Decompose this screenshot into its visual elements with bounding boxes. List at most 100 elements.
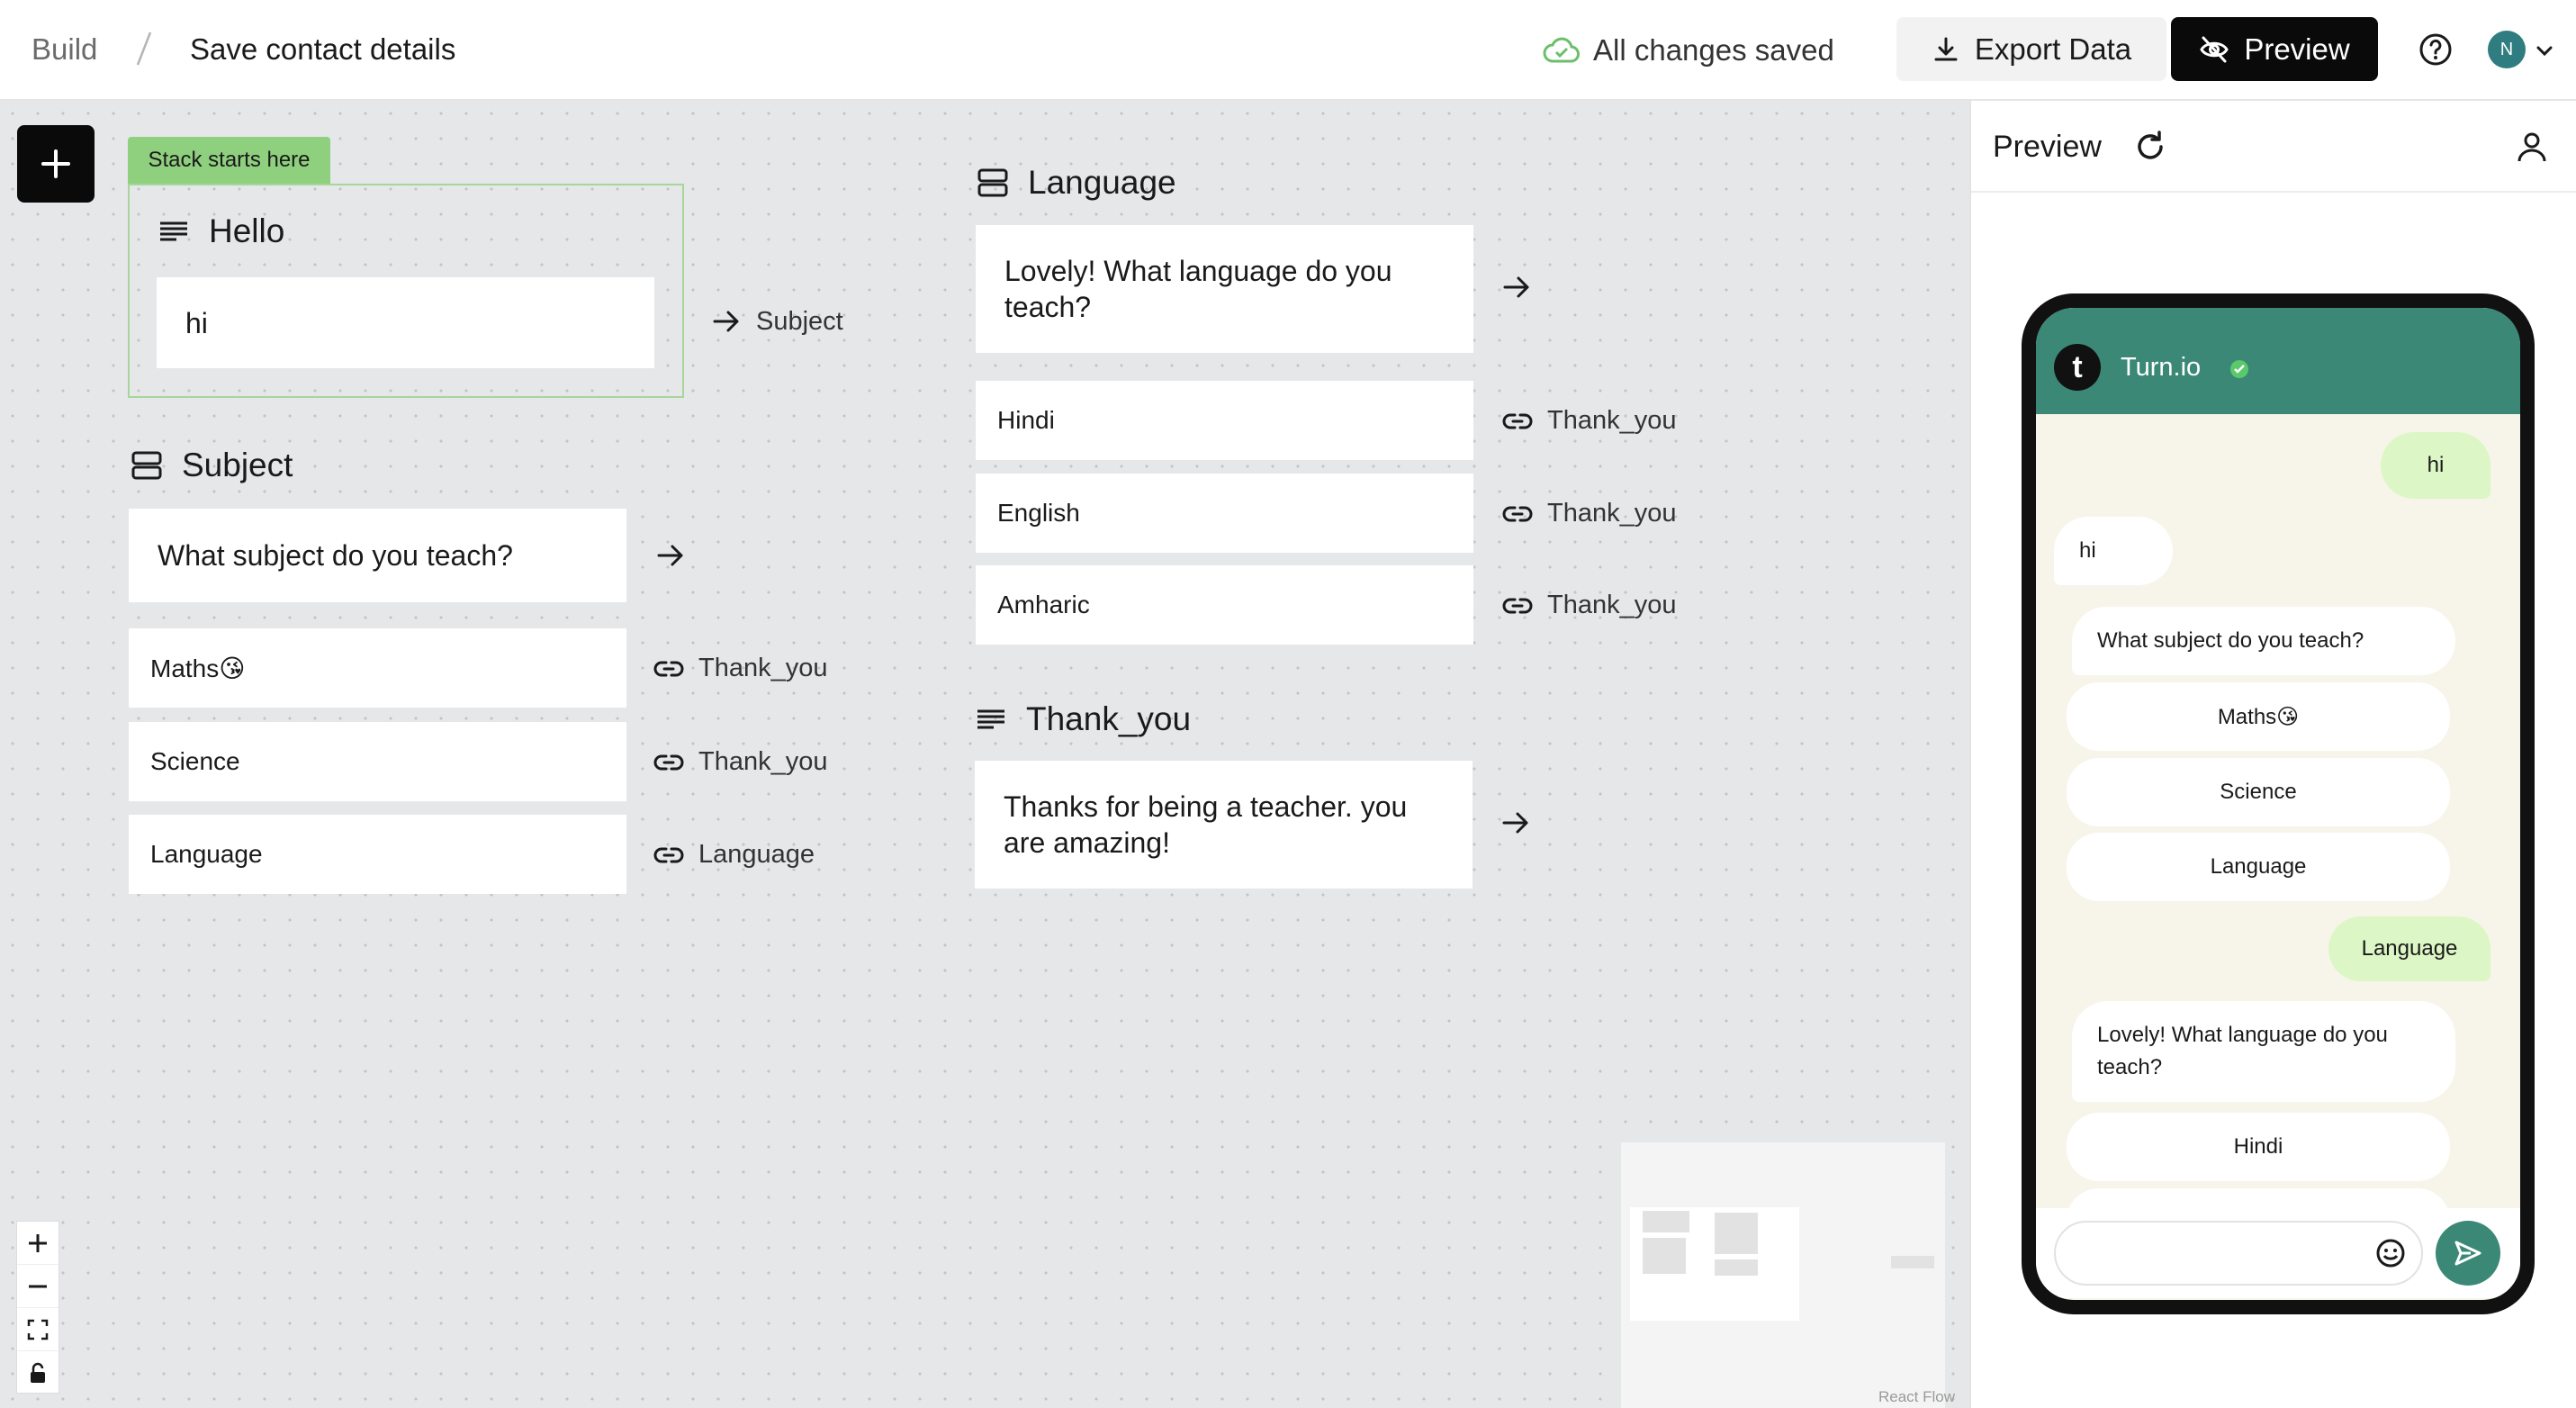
message-input[interactable]	[2054, 1221, 2423, 1286]
card-title-text: Subject	[182, 447, 293, 483]
chat-header: t Turn.io	[2036, 308, 2520, 414]
arrow-right-icon[interactable]	[1501, 272, 1532, 302]
quick-reply-button[interactable]: Language	[2067, 833, 2450, 901]
top-bar: Build Save contact details All changes s…	[0, 0, 2576, 101]
plus-icon	[41, 149, 70, 178]
preview-button[interactable]: Preview	[2171, 17, 2378, 81]
flow-canvas[interactable]: Stack starts here Hello hi Subject Subje…	[0, 101, 1969, 1408]
option-link[interactable]: Thank_you	[1502, 499, 1677, 528]
arrow-right-icon[interactable]	[655, 540, 686, 571]
breadcrumb-build[interactable]: Build	[32, 32, 97, 67]
option-target: Thank_you	[698, 654, 828, 682]
option-target: Thank_you	[1547, 406, 1677, 435]
option-link[interactable]: Language	[653, 840, 815, 870]
zoom-in-icon	[29, 1233, 47, 1252]
add-card-button[interactable]	[17, 125, 95, 203]
hello-message[interactable]: hi	[157, 277, 654, 368]
avatar[interactable]: N	[2488, 31, 2526, 68]
export-data-label: Export Data	[1974, 32, 2132, 66]
card-title-thank-you[interactable]: Thank_you	[976, 700, 1191, 738]
eye-off-icon	[2200, 36, 2229, 62]
save-status-text: All changes saved	[1593, 33, 1834, 67]
card-title-text: Hello	[209, 212, 285, 249]
send-button[interactable]	[2436, 1221, 2500, 1286]
link-icon	[653, 847, 684, 862]
thank-you-message[interactable]: Thanks for being a teacher. you are amaz…	[975, 761, 1473, 889]
send-icon	[2454, 1241, 2481, 1266]
emoji-icon[interactable]	[2374, 1237, 2407, 1269]
option-link[interactable]: Thank_you	[653, 654, 828, 683]
verified-icon	[2230, 360, 2248, 378]
arrow-right-icon[interactable]	[1500, 808, 1531, 838]
chat-bubble-outgoing: hi	[2381, 432, 2490, 499]
chat-bubble-incoming: hi	[2054, 517, 2173, 585]
option-link[interactable]: Thank_you	[1502, 591, 1677, 620]
zoom-out-icon	[29, 1285, 47, 1287]
lock-button[interactable]	[17, 1351, 59, 1394]
hello-next-link[interactable]: Subject	[711, 306, 843, 337]
react-flow-attribution[interactable]: React Flow	[1878, 1388, 1955, 1406]
stack-start-badge: Stack starts here	[128, 137, 330, 184]
phone-mockup: t Turn.io hi hi What subject do you teac…	[2022, 293, 2535, 1314]
fit-view-button[interactable]	[17, 1308, 59, 1351]
preview-panel: Preview t Turn.io hi hi What subject do …	[1969, 101, 2576, 1408]
chat-bubble-incoming: What subject do you teach?	[2072, 607, 2455, 675]
option-target: Thank_you	[1547, 499, 1677, 528]
option-target: Thank_you	[1547, 591, 1677, 619]
brand-logo: t	[2054, 344, 2101, 391]
card-title-hello[interactable]: Hello	[158, 212, 284, 250]
export-data-button[interactable]: Export Data	[1896, 17, 2166, 81]
download-icon	[1934, 37, 1958, 60]
minimap-node	[1643, 1211, 1689, 1232]
breadcrumb-separator	[136, 32, 152, 66]
text-lines-icon	[977, 709, 1004, 729]
minimap-node	[1715, 1259, 1758, 1276]
text-lines-icon	[160, 221, 187, 241]
chat-bubble-outgoing: Language	[2328, 916, 2490, 981]
chevron-down-icon[interactable]	[2535, 41, 2554, 60]
chat-bubble-incoming: Lovely! What language do you teach?	[2072, 1001, 2455, 1102]
subject-option-language[interactable]: Language	[129, 815, 626, 894]
card-title-text: Thank_you	[1026, 700, 1192, 737]
language-option-amharic[interactable]: Amharic	[976, 565, 1473, 645]
link-icon	[1502, 413, 1533, 429]
arrow-right-icon	[713, 311, 739, 332]
minimap-node	[1715, 1213, 1758, 1254]
card-title-text: Language	[1028, 164, 1176, 201]
language-option-english[interactable]: English	[976, 474, 1473, 553]
zoom-controls	[16, 1221, 59, 1394]
subject-option-science[interactable]: Science	[129, 722, 626, 801]
preview-panel-header: Preview	[1971, 101, 2576, 193]
quick-reply-button[interactable]: Hindi	[2067, 1113, 2450, 1181]
help-icon[interactable]	[2418, 32, 2454, 68]
quick-reply-button[interactable]: Science	[2067, 758, 2450, 826]
card-title-subject[interactable]: Subject	[131, 447, 293, 484]
page-title: Save contact details	[190, 32, 456, 66]
quick-reply-button[interactable]: Maths😘	[2067, 682, 2450, 751]
brand-name: Turn.io	[2121, 353, 2202, 382]
lock-icon	[31, 1362, 45, 1383]
link-icon	[653, 661, 684, 676]
language-option-hindi[interactable]: Hindi	[976, 381, 1473, 460]
buttons-icon	[977, 168, 1008, 197]
minimap[interactable]	[1621, 1142, 1945, 1408]
fit-view-icon	[27, 1319, 49, 1340]
preview-label: Preview	[2244, 32, 2350, 66]
zoom-out-button[interactable]	[17, 1265, 59, 1308]
preview-panel-title: Preview	[1993, 130, 2102, 164]
subject-option-maths[interactable]: Maths😘	[129, 628, 626, 708]
option-link[interactable]: Thank_you	[653, 747, 828, 777]
link-icon	[1502, 506, 1533, 521]
card-title-language[interactable]: Language	[977, 164, 1176, 202]
user-icon[interactable]	[2515, 130, 2549, 164]
subject-message[interactable]: What subject do you teach?	[129, 509, 626, 602]
minimap-node	[1891, 1256, 1934, 1268]
language-message[interactable]: Lovely! What language do you teach?	[976, 225, 1473, 353]
option-link[interactable]: Thank_you	[1502, 406, 1677, 436]
zoom-in-button[interactable]	[17, 1222, 59, 1265]
app-root: Build Save contact details All changes s…	[0, 0, 2576, 1408]
link-icon	[653, 754, 684, 770]
buttons-icon	[131, 451, 162, 480]
refresh-icon[interactable]	[2133, 130, 2167, 164]
link-icon	[1502, 598, 1533, 613]
